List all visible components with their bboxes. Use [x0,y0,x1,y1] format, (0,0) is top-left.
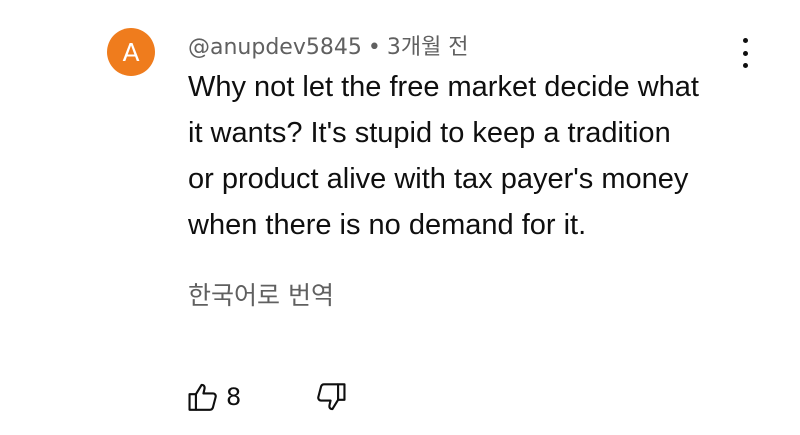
dislike-button[interactable] [314,380,348,414]
comment-time[interactable]: 3개월 전 [387,35,469,60]
translate-button[interactable]: 한국어로 번역 [188,276,334,312]
avatar-letter: A [122,37,140,67]
thumbs-down-icon [314,380,348,414]
kebab-dot [742,38,748,43]
comment-line: or product alive with tax payer's money [188,163,689,195]
like-count: 8 [226,383,242,411]
meta-separator: • [367,35,381,60]
kebab-dot [742,50,748,56]
avatar[interactable]: A [107,28,155,76]
comment-thread: A @anupdev5845 • 3개월 전 Why not let the fre… [0,0,800,435]
comment-text: Why not let the free market decide what … [188,64,748,248]
comment-line: it wants? It's stupid to keep a traditio… [188,117,671,149]
thumbs-up-icon [186,380,220,414]
like-button[interactable]: 8 [186,380,241,414]
comment-line: Why not let the free market decide what [188,71,699,103]
comment-line: when there is no demand for it. [188,209,587,241]
author-name[interactable]: @anupdev5845 [188,35,362,60]
comment-header: @anupdev5845 • 3개월 전 [188,29,469,61]
